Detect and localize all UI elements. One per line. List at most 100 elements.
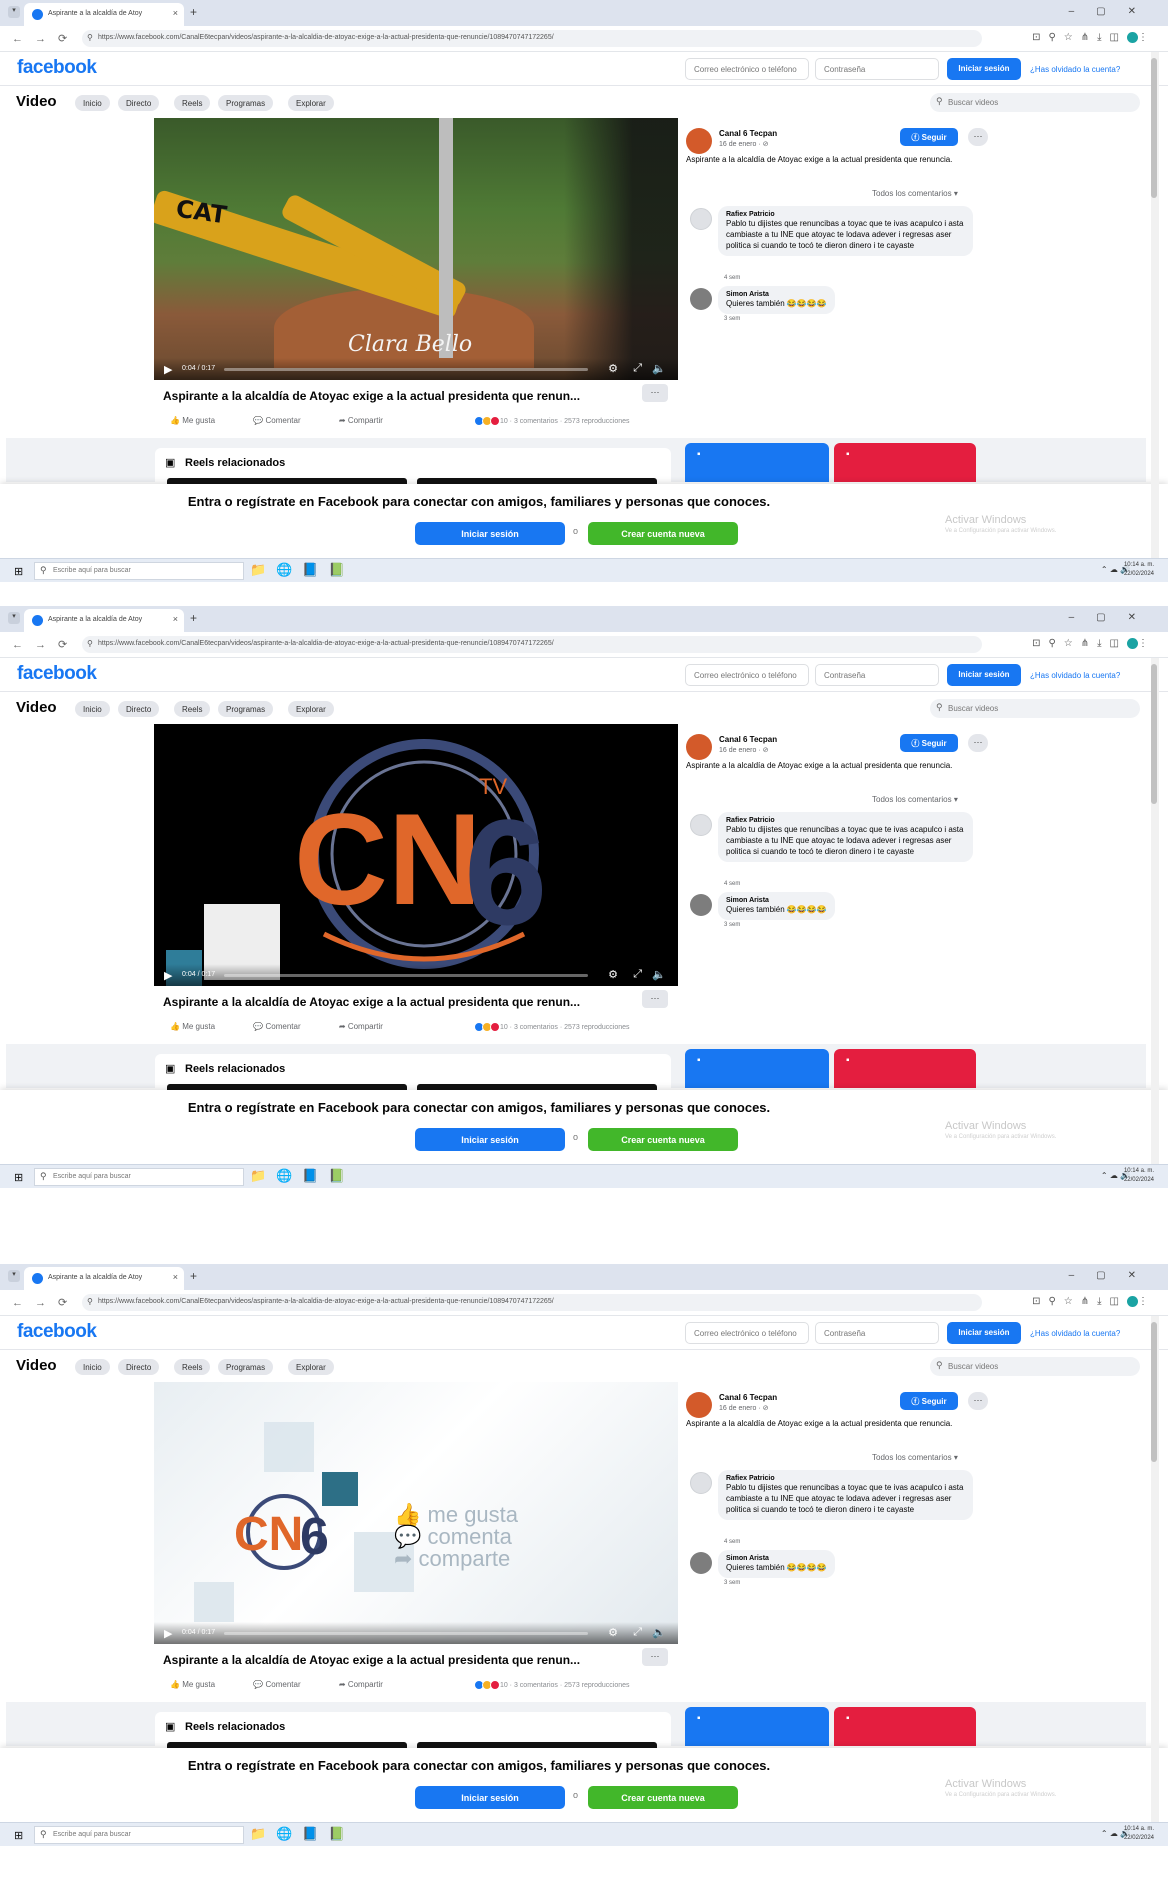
scroll-thumb[interactable]	[1151, 1322, 1157, 1462]
header-login-button[interactable]: Iniciar sesión	[947, 58, 1021, 80]
share-button[interactable]: ➦ Compartir	[339, 416, 401, 425]
follow-button[interactable]: ⓕ Seguir	[900, 734, 958, 752]
sidebar-more-button[interactable]: ⋯	[968, 734, 988, 752]
volume-icon[interactable]: 🔈	[652, 968, 666, 981]
new-tab-button[interactable]: +	[190, 611, 197, 625]
commenter-avatar[interactable]	[690, 1552, 712, 1574]
page-name[interactable]: Canal 6 Tecpan	[719, 129, 777, 138]
video-progress-bar[interactable]	[224, 974, 588, 977]
post-stats[interactable]: 10 · 3 comentarios · 2573 reproducciones	[474, 416, 630, 426]
commenter-avatar[interactable]	[690, 894, 712, 916]
nav-pill-programas[interactable]: Programas	[218, 1359, 274, 1375]
forgot-account-link[interactable]: ¿Has olvidado la cuenta?	[1030, 1329, 1120, 1338]
cta-login-button[interactable]: Iniciar sesión	[415, 1128, 565, 1151]
nav-pill-inicio[interactable]: Inicio	[75, 1359, 110, 1375]
video-search-input[interactable]: ⚲ Buscar videos	[930, 699, 1140, 718]
comment-time[interactable]: 3 sem	[724, 1580, 740, 1586]
close-tab-icon[interactable]: ×	[173, 8, 178, 18]
commenter-avatar[interactable]	[690, 814, 712, 836]
volume-icon[interactable]: 🔈	[652, 362, 666, 375]
all-comments-dropdown[interactable]: Todos los comentarios ▾	[872, 189, 958, 198]
site-info-icon[interactable]: ⚲	[87, 639, 93, 648]
page-avatar[interactable]	[686, 734, 712, 760]
all-comments-dropdown[interactable]: Todos los comentarios ▾	[872, 1453, 958, 1462]
email-field[interactable]: Correo electrónico o teléfono	[685, 664, 809, 686]
header-login-button[interactable]: Iniciar sesión	[947, 664, 1021, 686]
profile-avatar-icon[interactable]	[1127, 32, 1138, 43]
taskbar-clock[interactable]: 10:14 a. m. 22/02/2024	[1124, 1825, 1154, 1843]
settings-icon[interactable]: ⚙	[608, 362, 618, 375]
comment-button[interactable]: 💬 Comentar	[253, 416, 318, 425]
header-login-button[interactable]: Iniciar sesión	[947, 1322, 1021, 1344]
play-icon[interactable]: ▶	[164, 969, 172, 982]
taskbar-apps[interactable]: 📁🌐📘📗	[250, 1826, 355, 1842]
page-avatar[interactable]	[686, 128, 712, 154]
page-name[interactable]: Canal 6 Tecpan	[719, 1393, 777, 1402]
video-progress-bar[interactable]	[224, 1632, 588, 1635]
nav-pill-inicio[interactable]: Inicio	[75, 701, 110, 717]
url-field[interactable]: ⚲ https://www.facebook.com/CanalE6tecpan…	[82, 30, 982, 47]
toolbar-icons[interactable]: ⊡⚲☆⋔⤓◫ ⋮	[1032, 638, 1156, 649]
facebook-logo[interactable]: facebook	[17, 1321, 97, 1343]
taskbar-apps[interactable]: 📁🌐📘📗	[250, 562, 355, 578]
windows-start-icon[interactable]: ⊞	[14, 1829, 23, 1842]
close-tab-icon[interactable]: ×	[173, 614, 178, 624]
comment-time[interactable]: 4 sem	[724, 881, 740, 887]
comment-button[interactable]: 💬 Comentar	[253, 1680, 318, 1689]
post-date[interactable]: 16 de enero · ⊘	[719, 140, 768, 148]
profile-avatar-icon[interactable]	[1127, 1296, 1138, 1307]
profile-avatar-icon[interactable]	[1127, 638, 1138, 649]
fullscreen-icon[interactable]: ⤢	[633, 968, 642, 981]
navigation-buttons[interactable]: ←→⟳	[12, 1296, 79, 1309]
fullscreen-icon[interactable]: ⤢	[633, 362, 642, 375]
scroll-thumb[interactable]	[1151, 58, 1157, 198]
cta-login-button[interactable]: Iniciar sesión	[415, 1786, 565, 1809]
settings-icon[interactable]: ⚙	[608, 1626, 618, 1639]
windows-start-icon[interactable]: ⊞	[14, 1171, 23, 1184]
play-icon[interactable]: ▶	[164, 363, 172, 376]
video-progress-bar[interactable]	[224, 368, 588, 371]
create-account-button[interactable]: Crear cuenta nueva	[588, 1128, 738, 1151]
close-tab-icon[interactable]: ×	[173, 1272, 178, 1282]
facebook-logo[interactable]: facebook	[17, 57, 97, 79]
new-tab-button[interactable]: +	[190, 1269, 197, 1283]
navigation-buttons[interactable]: ←→⟳	[12, 32, 79, 45]
nav-pill-explorar[interactable]: Explorar	[288, 1359, 334, 1375]
nav-pill-reels[interactable]: Reels	[174, 701, 211, 717]
red-promo-card[interactable]: ▪	[834, 1707, 976, 1746]
commenter-name[interactable]: Rafiex Patricio	[726, 211, 965, 218]
nav-pill-directo[interactable]: Directo	[118, 701, 160, 717]
comment-time[interactable]: 4 sem	[724, 1539, 740, 1545]
browser-tab[interactable]: Aspirante a la alcaldía de Atoy ×	[24, 609, 184, 632]
nav-pill-explorar[interactable]: Explorar	[288, 701, 334, 717]
nav-pill-programas[interactable]: Programas	[218, 701, 274, 717]
like-button[interactable]: 👍 Me gusta	[170, 1680, 233, 1689]
page-scrollbar[interactable]	[1151, 658, 1159, 1164]
taskbar-search-input[interactable]: ⚲ Escribe aquí para buscar	[34, 1168, 244, 1186]
blue-promo-card[interactable]: ▪	[685, 443, 829, 482]
post-more-button[interactable]: ⋯	[642, 384, 668, 402]
taskbar-search-input[interactable]: ⚲ Escribe aquí para buscar	[34, 1826, 244, 1844]
blue-promo-card[interactable]: ▪	[685, 1049, 829, 1088]
cta-login-button[interactable]: Iniciar sesión	[415, 522, 565, 545]
commenter-name[interactable]: Simon Arista	[726, 1555, 827, 1562]
post-stats[interactable]: 10 · 3 comentarios · 2573 reproducciones	[474, 1022, 630, 1032]
page-avatar[interactable]	[686, 1392, 712, 1418]
video-player[interactable]: CAT Clara Bello ▶ 0:04 / 0:17 ⚙ ⤢ 🔈	[154, 118, 678, 380]
nav-pill-programas[interactable]: Programas	[218, 95, 274, 111]
toolbar-icons[interactable]: ⊡⚲☆⋔⤓◫ ⋮	[1032, 1296, 1156, 1307]
tab-menu-button[interactable]: ▾	[8, 6, 20, 18]
sidebar-more-button[interactable]: ⋯	[968, 128, 988, 146]
follow-button[interactable]: ⓕ Seguir	[900, 128, 958, 146]
forgot-account-link[interactable]: ¿Has olvidado la cuenta?	[1030, 671, 1120, 680]
password-field[interactable]: Contraseña	[815, 664, 939, 686]
post-more-button[interactable]: ⋯	[642, 990, 668, 1008]
page-scrollbar[interactable]	[1151, 52, 1159, 558]
video-player[interactable]: CN 6 👍 me gusta 💬 comenta ➦ comparte ▶ 0…	[154, 1382, 678, 1644]
nav-pill-directo[interactable]: Directo	[118, 1359, 160, 1375]
commenter-name[interactable]: Rafiex Patricio	[726, 1475, 965, 1482]
red-promo-card[interactable]: ▪	[834, 1049, 976, 1088]
forgot-account-link[interactable]: ¿Has olvidado la cuenta?	[1030, 65, 1120, 74]
window-controls[interactable]: –▢✕	[1069, 6, 1158, 17]
scroll-thumb[interactable]	[1151, 664, 1157, 804]
